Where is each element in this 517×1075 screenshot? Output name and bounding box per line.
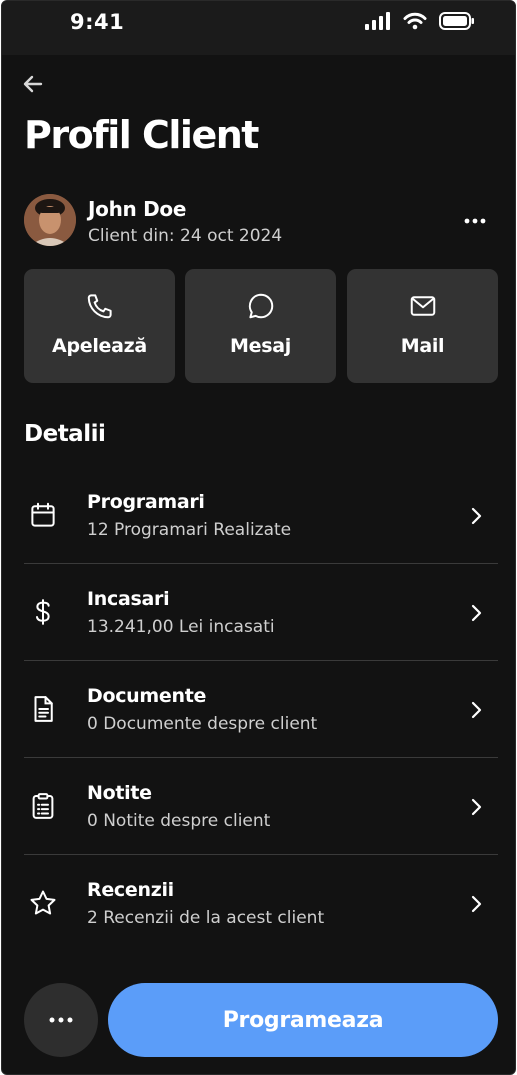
client-name: John Doe (88, 197, 187, 221)
call-button[interactable]: Apelează (24, 269, 175, 383)
star-icon (30, 890, 56, 915)
chevron-right-icon (471, 895, 482, 913)
chevron-right-icon (471, 604, 482, 622)
signal-icon (365, 12, 390, 30)
details-heading: Detalii (24, 421, 106, 447)
status-icons (365, 12, 475, 30)
client-since: Client din: 24 oct 2024 (88, 226, 283, 246)
details-list: Programari 12 Programari Realizate Incas… (24, 467, 498, 952)
list-item-title: Incasari (87, 588, 170, 610)
list-item-subtitle: 0 Notite despre client (87, 811, 271, 831)
chevron-right-icon (471, 507, 482, 525)
app-screen: 9:41 Profil Client John Doe Client din: … (1, 0, 516, 1075)
list-item-title: Programari (87, 491, 205, 513)
status-bar: 9:41 (2, 1, 515, 55)
list-item-recenzii[interactable]: Recenzii 2 Recenzii de la acest client (24, 855, 498, 952)
chevron-right-icon (471, 798, 482, 816)
more-options-icon[interactable] (463, 211, 487, 231)
list-item-subtitle: 12 Programari Realizate (87, 520, 292, 540)
list-item-title: Notite (87, 782, 152, 804)
list-item-subtitle: 13.241,00 Lei incasati (87, 617, 275, 637)
mail-icon (410, 296, 435, 316)
dollar-icon (36, 599, 50, 625)
wifi-icon (403, 12, 427, 30)
mail-button[interactable]: Mail (347, 269, 498, 383)
list-item-title: Recenzii (87, 879, 174, 901)
list-item-subtitle: 2 Recenzii de la acest client (87, 908, 325, 928)
person-photo-icon (24, 194, 76, 246)
list-item-title: Documente (87, 685, 207, 707)
message-label: Mesaj (230, 335, 291, 357)
more-actions-button[interactable] (24, 983, 98, 1057)
battery-icon (439, 12, 474, 30)
back-arrow-icon[interactable] (20, 71, 46, 97)
list-item-programari[interactable]: Programari 12 Programari Realizate (24, 467, 498, 564)
avatar (24, 194, 76, 246)
page-title: Profil Client (24, 113, 259, 157)
quick-actions: Apelează Mesaj Mail (24, 269, 498, 383)
chevron-right-icon (471, 701, 482, 719)
calendar-icon (31, 502, 55, 527)
chat-bubble-icon (248, 293, 273, 319)
phone-icon (87, 294, 112, 319)
list-item-documente[interactable]: Documente 0 Documente despre client (24, 661, 498, 758)
schedule-button[interactable]: Programeaza (108, 983, 498, 1057)
status-time: 9:41 (70, 10, 125, 34)
list-item-subtitle: 0 Documente despre client (87, 714, 318, 734)
clipboard-icon (32, 793, 54, 819)
list-item-incasari[interactable]: Incasari 13.241,00 Lei incasati (24, 564, 498, 661)
list-item-notite[interactable]: Notite 0 Notite despre client (24, 758, 498, 855)
document-icon (34, 696, 53, 722)
mail-label: Mail (400, 335, 445, 357)
more-horizontal-icon (49, 1017, 73, 1023)
call-label: Apelează (52, 335, 147, 357)
message-button[interactable]: Mesaj (185, 269, 336, 383)
